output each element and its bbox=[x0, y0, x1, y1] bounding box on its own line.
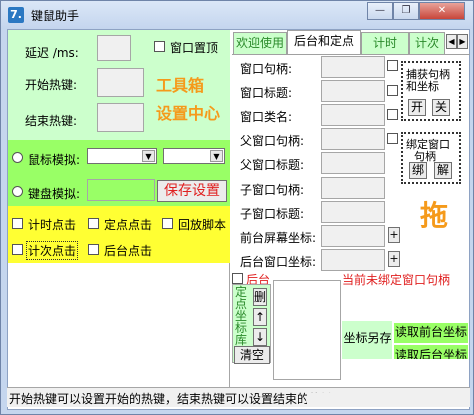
topmost-label: 窗口置顶 bbox=[170, 41, 219, 55]
class-field[interactable] bbox=[321, 104, 385, 126]
move-down-button[interactable]: ↓ bbox=[253, 328, 267, 346]
tab-scroll-left-button[interactable]: ◀ bbox=[446, 34, 457, 49]
parent-handle-field[interactable] bbox=[321, 128, 385, 150]
fg-screen-coord-field[interactable] bbox=[321, 225, 385, 247]
title-field[interactable] bbox=[321, 80, 385, 102]
timer-click-checkbox[interactable] bbox=[12, 218, 23, 229]
child-handle-field[interactable] bbox=[321, 177, 385, 199]
toolbox-title: 工具箱 bbox=[156, 76, 205, 95]
restore-icon: ❐ bbox=[401, 5, 411, 16]
read-fg-coord-button[interactable]: 读取前台坐标 bbox=[394, 323, 468, 343]
start-hotkey-label: 开始热键: bbox=[25, 78, 78, 92]
drag-target[interactable]: 拖 bbox=[420, 194, 448, 234]
fixed-click-checkbox[interactable] bbox=[88, 218, 99, 229]
parent-title-label: 父窗口标题: bbox=[240, 158, 305, 172]
not-bound-status: 当前未绑定窗口句柄 bbox=[342, 273, 451, 287]
count-click-label: 计次点击 bbox=[26, 241, 79, 260]
child-title-field[interactable] bbox=[321, 201, 385, 223]
close-icon: ✕ bbox=[437, 5, 447, 16]
count-click-checkbox[interactable] bbox=[12, 244, 23, 255]
fg-screen-coord-label: 前台屏幕坐标: bbox=[240, 231, 317, 245]
restore-button[interactable]: ❐ bbox=[393, 2, 419, 20]
capture-group-title-2: 和坐标 bbox=[406, 80, 439, 93]
handle-label: 窗口句柄: bbox=[240, 62, 293, 76]
mouse-sim-select-1[interactable]: ▼ bbox=[87, 148, 157, 164]
fixed-click-label: 定点点击 bbox=[104, 218, 153, 232]
child-handle-label: 子窗口句柄: bbox=[240, 183, 305, 197]
bg-window-coord-field[interactable] bbox=[321, 249, 385, 271]
bg-checkbox[interactable] bbox=[232, 273, 243, 284]
minimize-button[interactable]: — bbox=[367, 2, 393, 20]
window-title: 键鼠助手 bbox=[31, 9, 80, 23]
client-area: 延迟 /ms: 窗口置顶 开始热键: 工具箱 结束热键: 设置中心 鼠标模拟: … bbox=[7, 29, 470, 410]
delete-button[interactable]: 删 bbox=[253, 288, 267, 306]
bg-window-coord-label: 后台窗口坐标: bbox=[240, 255, 317, 269]
bg-click-label: 后台点击 bbox=[104, 244, 153, 258]
bind-button[interactable]: 绑 bbox=[409, 162, 427, 179]
start-hotkey-input[interactable] bbox=[97, 68, 144, 97]
parent-title-field[interactable] bbox=[321, 152, 385, 174]
app-icon: 7. bbox=[8, 7, 24, 23]
replay-script-checkbox[interactable] bbox=[162, 218, 173, 229]
fixed-coord-lib-label: 定点坐标库 bbox=[235, 285, 248, 347]
status-panel-2 bbox=[307, 393, 469, 407]
title-bar[interactable]: 7. 键鼠助手 — ❐ ✕ bbox=[1, 1, 473, 29]
coord-list[interactable] bbox=[273, 280, 341, 380]
keyboard-sim-label: 键盘模拟: bbox=[28, 187, 81, 201]
end-hotkey-input[interactable] bbox=[97, 103, 144, 132]
delay-input[interactable] bbox=[97, 35, 131, 61]
keyboard-sim-input[interactable] bbox=[87, 179, 155, 201]
end-hotkey-label: 结束热键: bbox=[25, 114, 78, 128]
chevron-right-icon: ▶ bbox=[459, 37, 466, 46]
tab-timer[interactable]: 计时 bbox=[361, 32, 409, 54]
close-button[interactable]: ✕ bbox=[419, 2, 465, 20]
minimize-icon: — bbox=[375, 5, 385, 16]
read-bg-coord-button[interactable]: 读取后台坐标 bbox=[394, 345, 468, 359]
unbind-button[interactable]: 解 bbox=[434, 162, 452, 179]
left-empty-area bbox=[8, 263, 230, 388]
replay-script-label: 回放脚本 bbox=[178, 218, 227, 232]
tab-scroll-right-button[interactable]: ▶ bbox=[457, 34, 468, 49]
tab-background-fixed[interactable]: 后台和定点 bbox=[287, 30, 361, 54]
mouse-sim-select-2[interactable]: ▼ bbox=[163, 148, 225, 164]
child-title-label: 子窗口标题: bbox=[240, 207, 305, 221]
settings-center-title: 设置中心 bbox=[156, 104, 221, 123]
title-checkbox[interactable] bbox=[387, 85, 398, 96]
bg-coord-plus-button[interactable]: + bbox=[388, 251, 400, 267]
main-window: 7. 键鼠助手 — ❐ ✕ 延迟 /ms: 窗口置顶 开始热键: 工具箱 结束热… bbox=[0, 0, 474, 415]
mouse-sim-radio[interactable] bbox=[12, 152, 23, 163]
keyboard-sim-radio[interactable] bbox=[12, 186, 23, 197]
status-text: 开始热键可以设置开始的热键，结束热键可以设置结束的热键 bbox=[9, 392, 334, 406]
capture-on-button[interactable]: 开 bbox=[408, 99, 426, 116]
tab-count[interactable]: 计次 bbox=[409, 32, 445, 54]
timer-click-label: 计时点击 bbox=[28, 218, 77, 232]
chevron-down-icon: ▼ bbox=[142, 150, 155, 162]
title-label: 窗口标题: bbox=[240, 86, 293, 100]
fg-coord-plus-button[interactable]: + bbox=[388, 227, 400, 243]
delay-label: 延迟 /ms: bbox=[25, 46, 79, 60]
handle-checkbox[interactable] bbox=[387, 60, 398, 71]
bg-click-checkbox[interactable] bbox=[88, 244, 99, 255]
class-checkbox[interactable] bbox=[387, 109, 398, 120]
save-coord-button[interactable]: 坐标另存 bbox=[343, 330, 392, 348]
handle-field[interactable] bbox=[321, 56, 385, 78]
topmost-checkbox[interactable] bbox=[154, 41, 165, 52]
tab-welcome[interactable]: 欢迎使用 bbox=[233, 32, 287, 54]
save-settings-button[interactable]: 保存设置 bbox=[157, 180, 227, 202]
chevron-down-icon: ▼ bbox=[210, 150, 223, 162]
chevron-left-icon: ◀ bbox=[448, 37, 455, 46]
tab-divider bbox=[232, 54, 470, 55]
clear-button[interactable]: 清空 bbox=[234, 346, 270, 364]
parent-handle-label: 父窗口句柄: bbox=[240, 134, 305, 148]
capture-off-button[interactable]: 关 bbox=[432, 99, 450, 116]
class-label: 窗口类名: bbox=[240, 110, 293, 124]
move-up-button[interactable]: ↑ bbox=[253, 308, 267, 326]
parent-handle-checkbox[interactable] bbox=[387, 133, 398, 144]
mouse-sim-label: 鼠标模拟: bbox=[28, 153, 81, 167]
